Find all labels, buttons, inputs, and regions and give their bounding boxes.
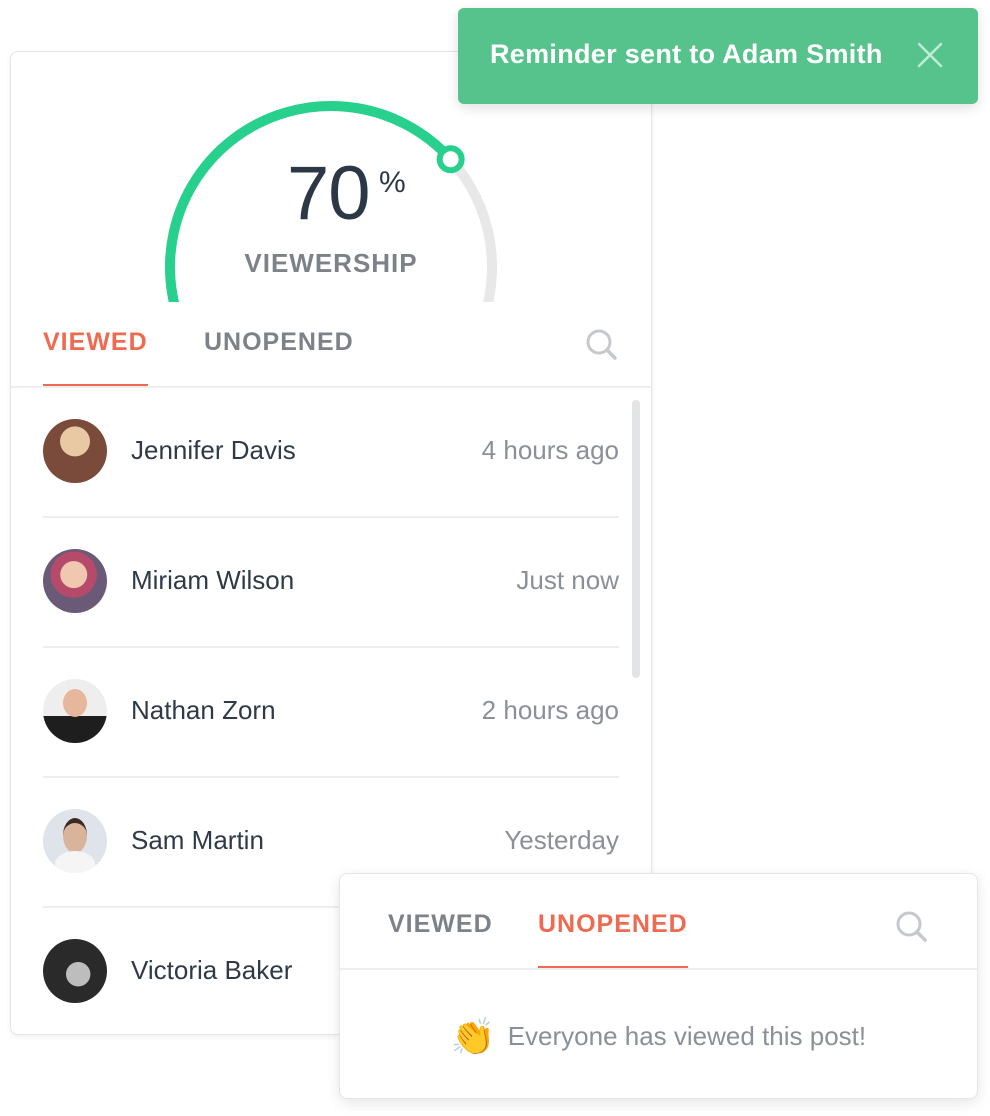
list-item[interactable]: Nathan Zorn 2 hours ago: [43, 648, 619, 778]
viewer-time: 2 hours ago: [481, 695, 619, 725]
empty-state-message: Everyone has viewed this post!: [507, 1021, 867, 1051]
avatar: [43, 549, 107, 613]
viewership-percent-value: 70: [287, 151, 371, 236]
list-item[interactable]: Miriam Wilson Just now: [43, 518, 619, 648]
search-icon[interactable]: [585, 328, 619, 362]
clapping-hands-icon: 👏: [450, 1017, 496, 1058]
avatar: [43, 679, 107, 743]
avatar: [43, 419, 107, 483]
tab-viewed[interactable]: VIEWED: [43, 328, 148, 386]
tab-unopened[interactable]: UNOPENED: [204, 328, 354, 384]
tab-unopened[interactable]: UNOPENED: [538, 910, 688, 968]
close-icon[interactable]: [916, 41, 944, 69]
avatar: [43, 809, 107, 873]
viewer-time: 4 hours ago: [481, 435, 619, 465]
viewer-time: Yesterday: [504, 825, 619, 855]
list-item[interactable]: Jennifer Davis 4 hours ago: [43, 388, 619, 518]
viewer-name: Nathan Zorn: [131, 695, 276, 725]
reminder-toast: Reminder sent to Adam Smith: [458, 8, 978, 104]
viewership-caption: VIEWERSHIP: [244, 248, 418, 278]
secondary-tabbar: VIEWED UNOPENED: [340, 888, 977, 970]
viewer-name: Sam Martin: [131, 825, 264, 855]
viewer-name: Jennifer Davis: [131, 435, 296, 465]
main-tabbar: VIEWED UNOPENED: [11, 306, 651, 388]
list-scrollbar[interactable]: [632, 400, 640, 678]
viewer-name: Victoria Baker: [131, 955, 293, 985]
viewer-name: Miriam Wilson: [131, 565, 295, 595]
avatar: [43, 939, 107, 1003]
toast-message: Reminder sent to Adam Smith: [490, 39, 883, 69]
unopened-card: VIEWED UNOPENED 👏 Everyone has viewed thi…: [339, 873, 978, 1099]
search-icon[interactable]: [895, 910, 929, 944]
viewer-time: Just now: [516, 565, 619, 595]
gauge-knob: [436, 145, 465, 174]
viewership-percent-unit: %: [379, 166, 406, 199]
empty-state: 👏 Everyone has viewed this post!: [340, 1016, 977, 1058]
tab-viewed[interactable]: VIEWED: [388, 910, 493, 966]
